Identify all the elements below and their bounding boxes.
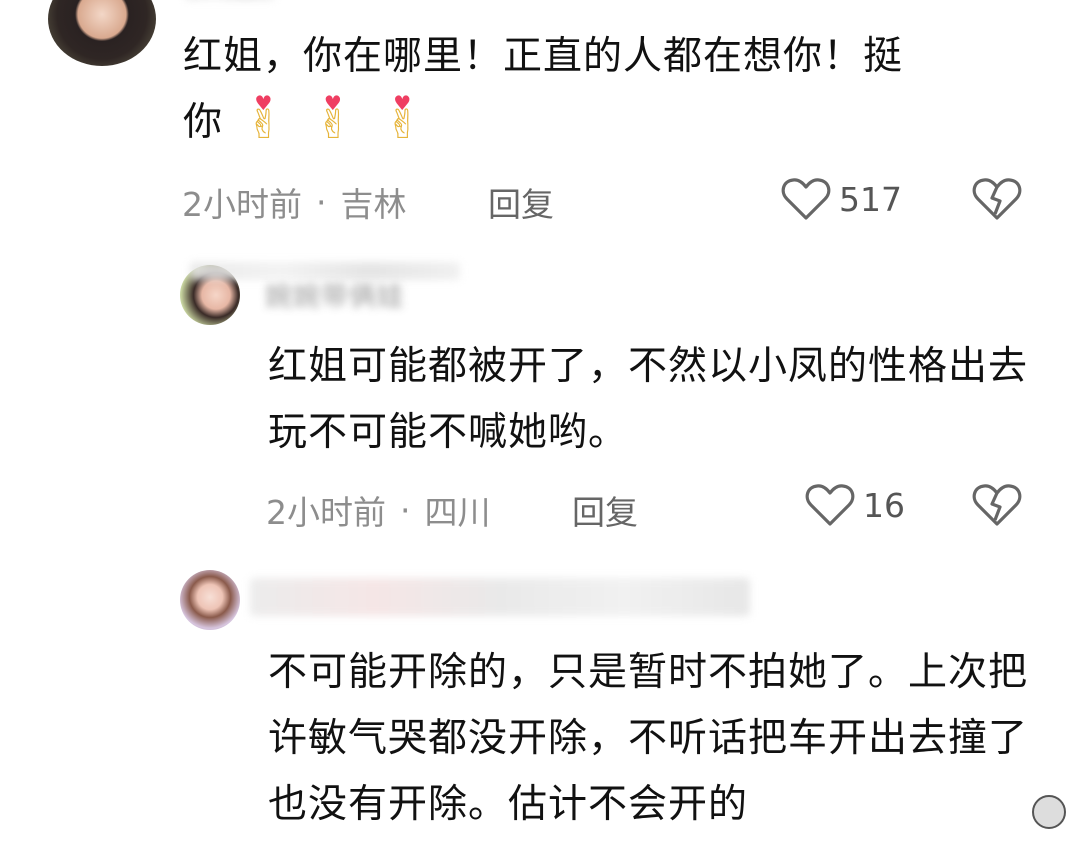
- heart-hands-emoji-icon: ♥ ✌: [385, 90, 421, 148]
- broken-heart-icon: [972, 484, 1022, 526]
- location: 吉林: [340, 185, 407, 224]
- heart-hands-emoji-icon: ♥ ✌: [316, 90, 352, 148]
- timestamp: 2小时前: [266, 493, 386, 532]
- avatar[interactable]: [180, 570, 240, 630]
- like-count: 16: [863, 485, 905, 525]
- separator: ·: [400, 490, 411, 530]
- dislike-button[interactable]: [972, 176, 1022, 222]
- timestamp: 2小时前: [182, 185, 302, 224]
- location: 四川: [424, 493, 491, 532]
- username[interactable]: 婉婉带俩娃: [265, 275, 405, 314]
- comment-text: 不可能开除的，只是暂时不拍她了。上次把许敏气哭都没开除，不听话把车开出去撞了也没…: [268, 650, 1029, 827]
- like-count: 517: [839, 179, 902, 219]
- dislike-button[interactable]: [972, 482, 1022, 528]
- broken-heart-icon: [972, 178, 1022, 220]
- heart-icon: [805, 484, 855, 526]
- username-blurred[interactable]: [185, 0, 275, 7]
- comment-line: 你: [183, 100, 224, 145]
- watermark-logo-icon: [1032, 795, 1066, 829]
- reply-button[interactable]: 回复: [488, 178, 554, 226]
- comment-text: 红姐可能都被开了，不然以小凤的性格出去玩不可能不喊她哟。: [268, 344, 1029, 455]
- comment-line: 红姐，你在哪里！正直的人都在想你！挺: [183, 34, 904, 79]
- separator: ·: [316, 182, 327, 222]
- like-button[interactable]: 517: [781, 176, 902, 222]
- comment-meta: 2小时前 · 四川: [266, 486, 491, 534]
- comment-meta: 2小时前 · 吉林: [182, 178, 407, 226]
- comment-text: 红姐，你在哪里！正直的人都在想你！挺 你 ♥ ✌ ♥ ✌ ♥ ✌: [183, 24, 1023, 156]
- like-button[interactable]: 16: [805, 482, 905, 528]
- heart-hands-emoji-icon: ♥ ✌: [247, 90, 282, 148]
- watermark: [1032, 795, 1066, 829]
- reply-button[interactable]: 回复: [572, 486, 638, 534]
- avatar[interactable]: [48, 0, 156, 66]
- redaction-mask: [250, 578, 750, 620]
- heart-icon: [781, 178, 831, 220]
